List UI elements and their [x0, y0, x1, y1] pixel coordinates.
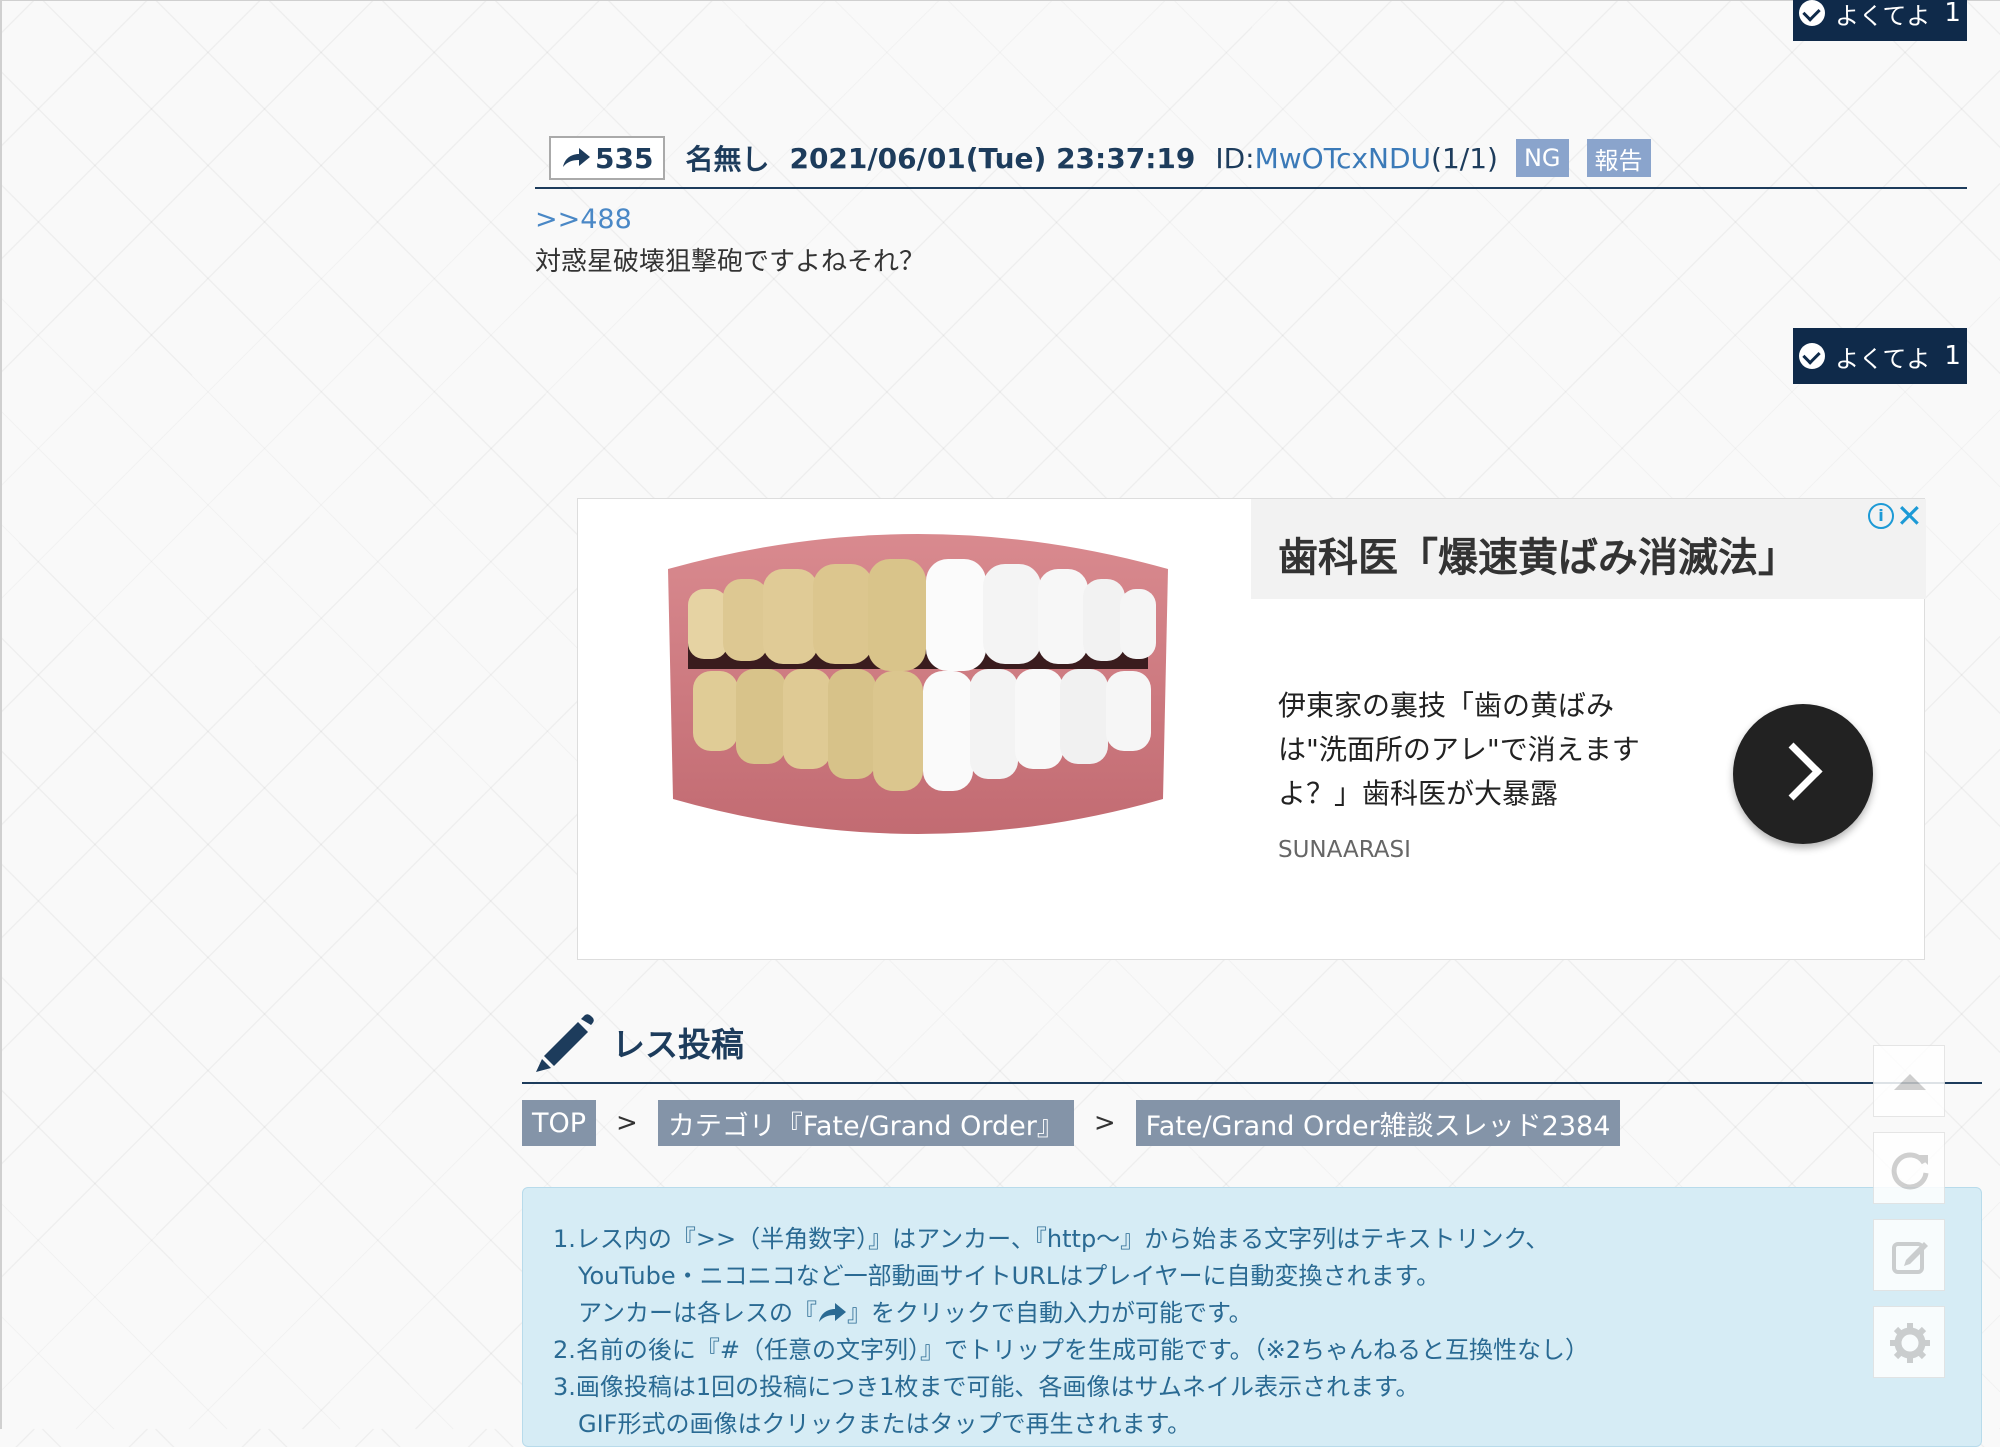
settings-button[interactable]	[1873, 1306, 1945, 1378]
report-button[interactable]: 報告	[1586, 139, 1651, 177]
ad-close-icon[interactable]: ✕	[1896, 497, 1923, 535]
breadcrumb: TOP > カテゴリ『Fate/Grand Order』 > Fate/Gran…	[522, 1100, 1621, 1146]
pencil-icon	[536, 1014, 594, 1072]
breadcrumb-category[interactable]: カテゴリ『Fate/Grand Order』	[657, 1100, 1074, 1146]
breadcrumb-thread[interactable]: Fate/Grand Order雑談スレッド2384	[1135, 1100, 1621, 1146]
rule-line: YouTube・ニコニコなど一部動画サイトURLはプレイヤーに自動変換されます。	[578, 1262, 1441, 1290]
posting-rules: 1.レス内の『>>（半角数字）』はアンカー、『http～』から始まる文字列はテキ…	[522, 1187, 1982, 1447]
ad-headline[interactable]: 歯科医「爆速黄ばみ消滅法」	[1278, 525, 1798, 583]
good-button[interactable]: よくてよ 1	[1793, 328, 1967, 384]
breadcrumb-top[interactable]: TOP	[522, 1100, 597, 1146]
reply-arrow-icon	[563, 148, 590, 167]
scroll-top-button[interactable]	[1873, 1045, 1945, 1117]
ad-info-icon[interactable]: i	[1868, 503, 1894, 529]
reply-anchor-button[interactable]: 535	[549, 136, 666, 180]
rule-line: 2.名前の後に『#（任意の文字列）』でトリップを生成可能です。（※2ちゃんねると…	[553, 1336, 1589, 1364]
reload-button[interactable]	[1873, 1132, 1945, 1204]
post-number: 535	[595, 141, 654, 175]
rule-line: 1.レス内の『>>（半角数字）』はアンカー、『http～』から始まる文字列はテキ…	[553, 1225, 1550, 1253]
reply-arrow-icon	[819, 1303, 847, 1322]
check-circle-icon	[1799, 343, 1826, 369]
ng-button[interactable]: NG	[1515, 139, 1569, 177]
ad-body: 伊東家の裏技「歯の黄ばみは"洗面所のアレ"で消えますよ？」歯科医が大暴露	[1278, 689, 1640, 810]
advertisement[interactable]: 歯科医「爆速黄ばみ消滅法」 i ✕ 伊東家の裏技「歯の黄ばみは"洗面所のアレ"で…	[577, 497, 1926, 960]
edit-icon	[1892, 1242, 1928, 1274]
reply-section-header: レス投稿	[522, 1006, 1982, 1084]
breadcrumb-separator: >	[1093, 1108, 1116, 1138]
refresh-icon	[1891, 1152, 1929, 1190]
check-circle-icon	[1799, 0, 1826, 26]
poster-name: 名無し	[685, 143, 770, 176]
compose-button[interactable]	[1873, 1219, 1945, 1291]
caret-up-icon	[1894, 1074, 1926, 1090]
breadcrumb-separator: >	[616, 1108, 638, 1138]
rule-line: アンカーは各レスの『 』をクリックで自動入力が可能です。	[578, 1299, 1253, 1327]
ad-source: SUNAARASI	[1278, 837, 1411, 863]
rule-line: 3.画像投稿は1回の投稿につき1枚まで可能、各画像はサムネイル表示されます。	[553, 1373, 1420, 1401]
post-id-link[interactable]: MwOTcxNDU	[1255, 142, 1431, 175]
post-header: 535 名無し 2021/06/01(Tue) 23:37:19 ID:MwOT…	[535, 129, 1967, 189]
post-id: ID:MwOTcxNDU(1/1)	[1215, 141, 1498, 175]
post-datetime: 2021/06/01(Tue) 23:37:19	[789, 141, 1196, 175]
teeth-ad-image	[668, 534, 1168, 834]
ad-next-button[interactable]	[1733, 704, 1873, 844]
section-title: レス投稿	[612, 1025, 744, 1064]
gear-icon	[1890, 1323, 1930, 1363]
anchor-link[interactable]: >>488	[535, 204, 632, 235]
post-body: 対惑星破壊狙撃砲ですよねそれ？	[535, 247, 926, 277]
rule-line: GIF形式の画像はクリックまたはタップで再生されます。	[578, 1410, 1192, 1438]
good-button-top[interactable]: よくてよ 1	[1793, 0, 1967, 41]
